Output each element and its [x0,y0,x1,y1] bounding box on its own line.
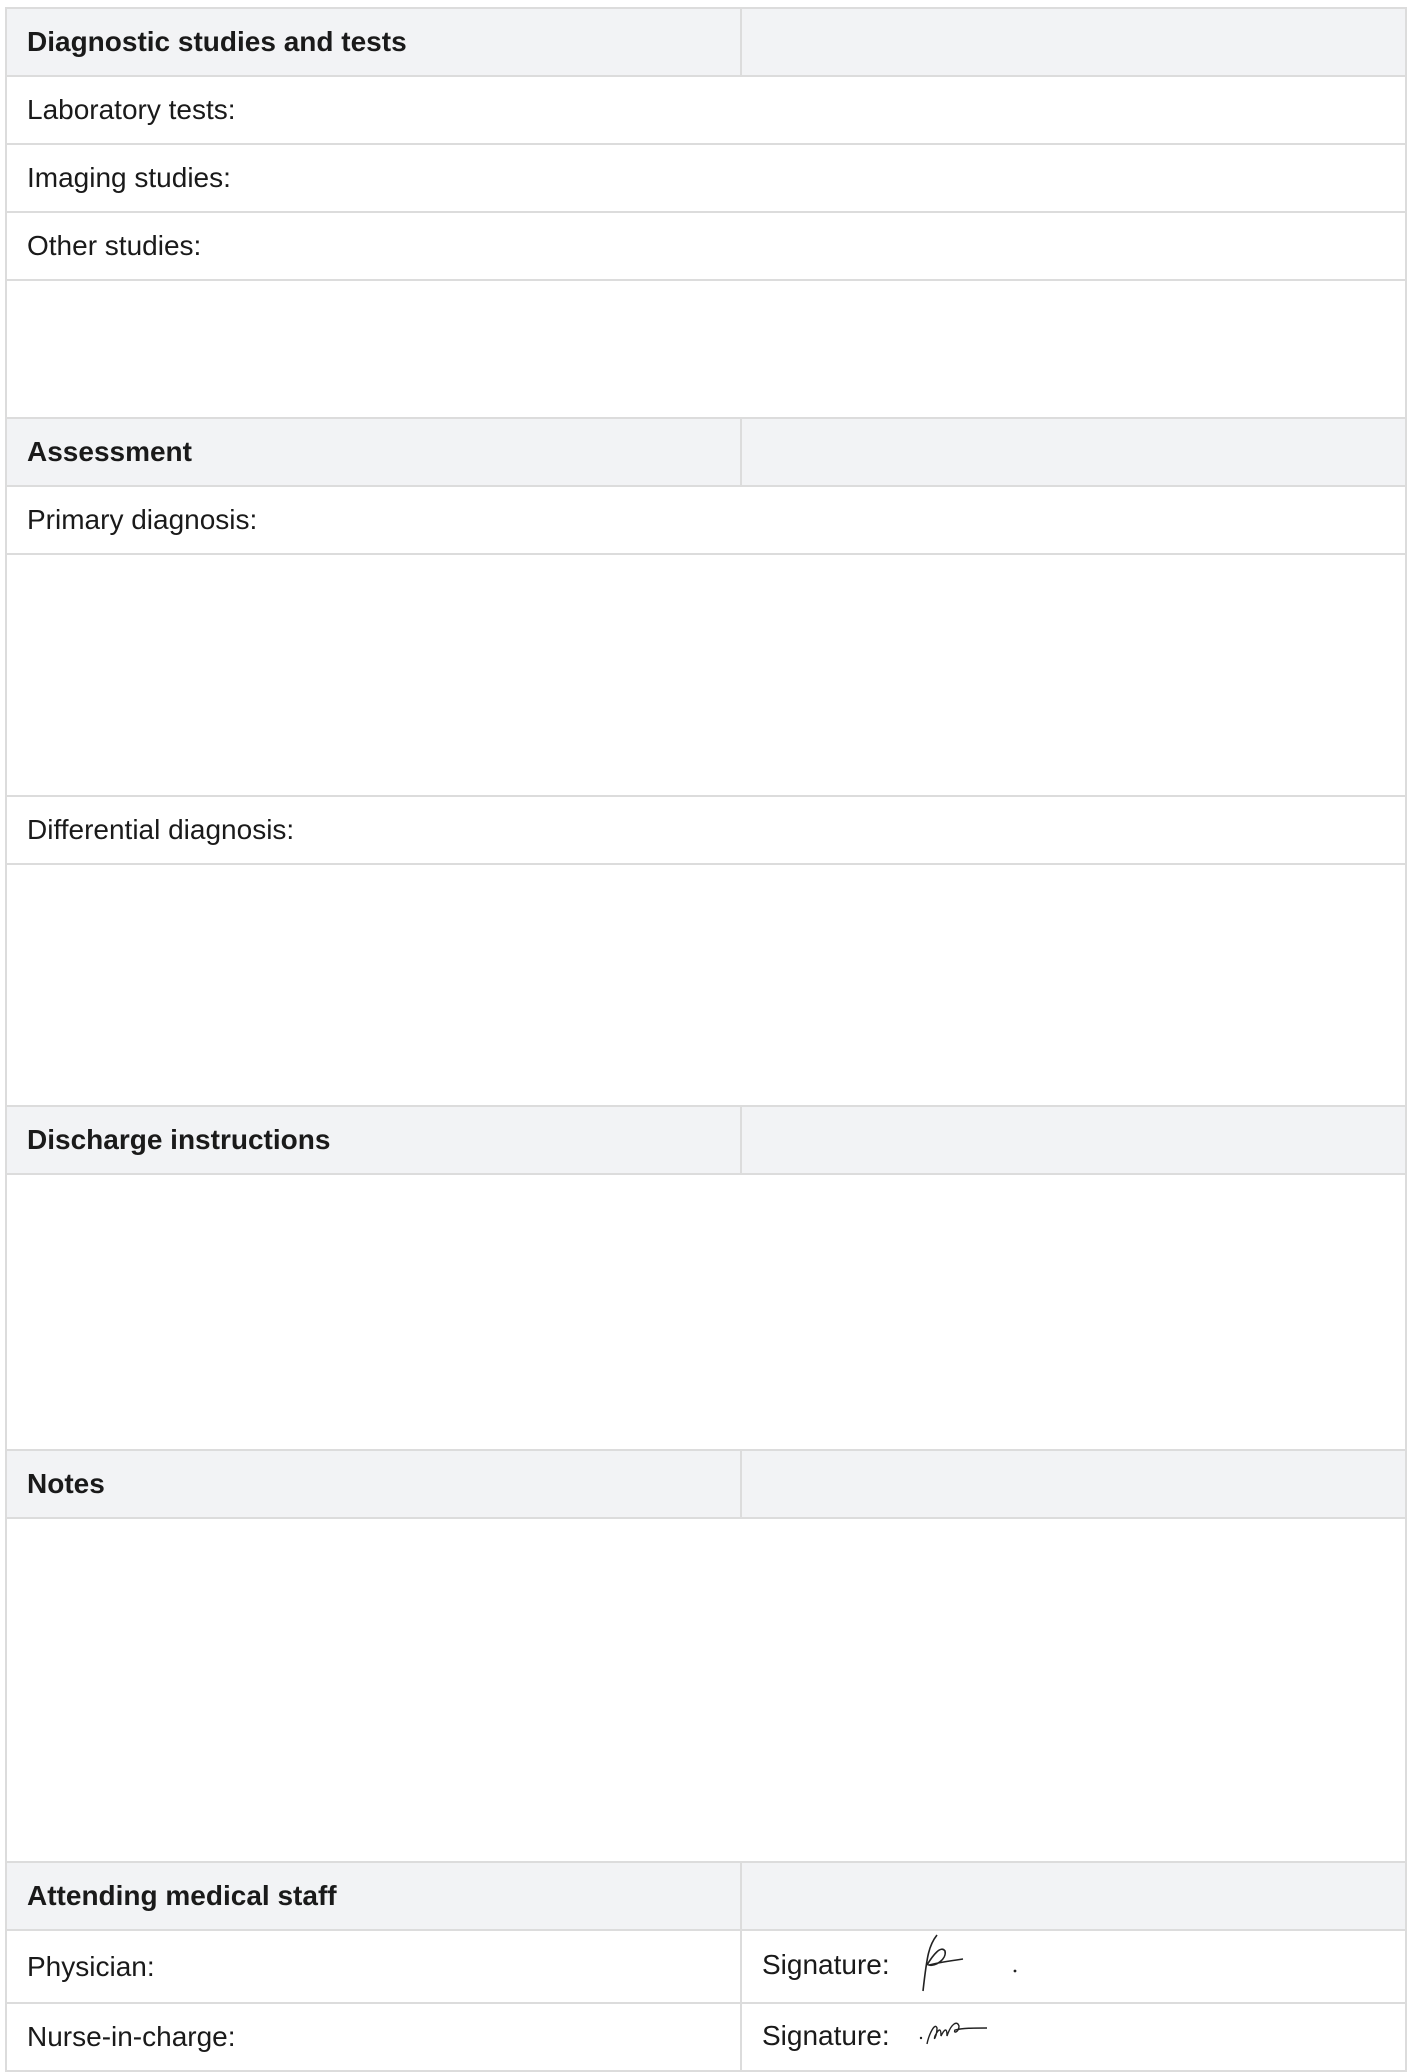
imaging-row: Imaging studies: [5,143,1407,213]
discharge-title: Discharge instructions [5,1105,742,1175]
staff-header-empty [740,1861,1407,1931]
discharge-instructions-area[interactable] [5,1173,1407,1451]
laboratory-tests-field[interactable]: Laboratory tests: [5,75,1407,145]
diagnostics-header-row: Diagnostic studies and tests [5,7,1407,77]
discharge-blank-row [5,1173,1407,1451]
primary-diagnosis-blank-row [5,553,1407,797]
notes-header-empty [740,1449,1407,1519]
physician-field[interactable]: Physician: [5,1929,742,2004]
notes-header-row: Notes [5,1449,1407,1519]
other-studies-row: Other studies: [5,211,1407,281]
nurse-signature-icon [907,2014,1027,2061]
imaging-studies-field[interactable]: Imaging studies: [5,143,1407,213]
differential-diagnosis-area[interactable] [5,863,1407,1107]
other-studies-field[interactable]: Other studies: [5,211,1407,281]
discharge-header-empty [740,1105,1407,1175]
notes-area[interactable] [5,1517,1407,1863]
staff-title: Attending medical staff [5,1861,742,1931]
primary-diagnosis-area[interactable] [5,553,1407,797]
form-table: Diagnostic studies and tests Laboratory … [5,7,1407,2072]
diagnostics-blank-area[interactable] [5,279,1407,419]
assessment-header-row: Assessment [5,417,1407,487]
diagnostics-header-empty [740,7,1407,77]
assessment-header-empty [740,417,1407,487]
primary-diagnosis-row: Primary diagnosis: [5,485,1407,555]
primary-diagnosis-label: Primary diagnosis: [5,485,1407,555]
differential-diagnosis-label: Differential diagnosis: [5,795,1407,865]
notes-title: Notes [5,1449,742,1519]
diagnostics-blank-row [5,279,1407,419]
laboratory-row: Laboratory tests: [5,75,1407,145]
physician-row: Physician: Signature: [5,1929,1407,2004]
notes-blank-row [5,1517,1407,1863]
differential-diagnosis-blank-row [5,863,1407,1107]
physician-signature-label: Signature: [762,1948,890,1980]
physician-signature-cell[interactable]: Signature: [740,1929,1407,2004]
nurse-signature-label: Signature: [762,2019,890,2051]
diagnostics-title: Diagnostic studies and tests [5,7,742,77]
differential-diagnosis-row: Differential diagnosis: [5,795,1407,865]
physician-signature-icon [907,1931,1027,2002]
assessment-title: Assessment [5,417,742,487]
discharge-form: Diagnostic studies and tests Laboratory … [5,7,1407,2072]
staff-header-row: Attending medical staff [5,1861,1407,1931]
discharge-header-row: Discharge instructions [5,1105,1407,1175]
